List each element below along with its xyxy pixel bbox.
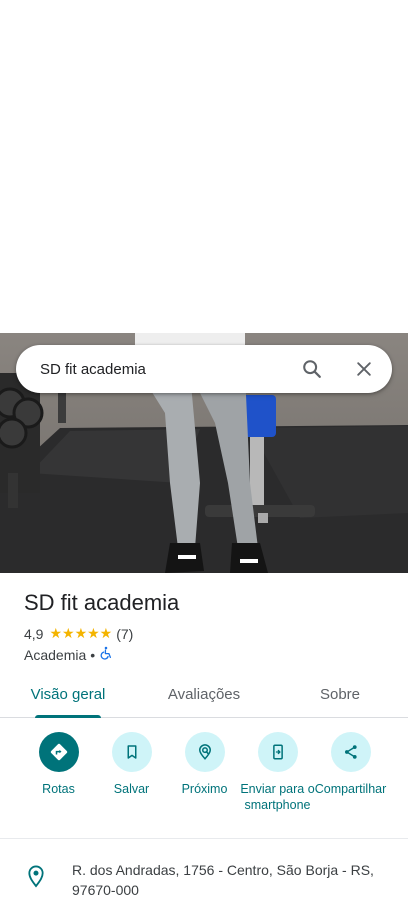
send-to-phone-button[interactable]: Enviar para o smartphone xyxy=(240,732,315,813)
search-icon[interactable] xyxy=(292,349,332,389)
tab-about[interactable]: Sobre xyxy=(272,672,408,717)
nearby-icon[interactable] xyxy=(184,732,225,772)
directions-icon[interactable] xyxy=(38,732,79,772)
directions-label: Rotas xyxy=(42,782,75,796)
rating-stars: ★★★★★ xyxy=(49,625,113,641)
bookmark-icon[interactable] xyxy=(111,732,152,772)
directions-button[interactable]: Rotas xyxy=(22,732,95,813)
wheelchair-icon xyxy=(99,646,113,663)
search-input[interactable]: SD fit academia xyxy=(40,361,292,378)
address-row[interactable]: R. dos Andradas, 1756 - Centro, São Borj… xyxy=(0,860,408,900)
share-icon[interactable] xyxy=(330,732,371,772)
share-button[interactable]: Compartilhar xyxy=(314,732,387,813)
place-category: Academia xyxy=(24,646,87,663)
send-to-phone-icon[interactable] xyxy=(257,732,298,772)
address-text: R. dos Andradas, 1756 - Centro, São Borj… xyxy=(72,862,374,898)
tab-overview[interactable]: Visão geral xyxy=(0,672,136,718)
rating-value: 4,9 xyxy=(24,625,44,642)
category-row: Academia • xyxy=(24,646,113,663)
save-button[interactable]: Salvar xyxy=(95,732,168,813)
place-title: SD fit academia xyxy=(24,590,180,615)
location-pin-icon xyxy=(0,860,72,900)
section-divider xyxy=(0,838,408,839)
nearby-button[interactable]: Próximo xyxy=(168,732,241,813)
share-label: Compartilhar xyxy=(314,782,387,796)
action-buttons: Rotas Salvar Próximo Enviar para o smart… xyxy=(0,732,408,813)
search-bar[interactable]: SD fit academia xyxy=(16,345,392,393)
close-icon[interactable] xyxy=(344,349,384,389)
tab-reviews[interactable]: Avaliações xyxy=(136,672,272,717)
save-label: Salvar xyxy=(113,782,150,796)
blank-area xyxy=(0,0,408,333)
send-to-phone-label: Enviar para o smartphone xyxy=(240,782,315,812)
separator: • xyxy=(90,646,96,663)
nearby-label: Próximo xyxy=(181,782,228,796)
review-count: (7) xyxy=(116,625,134,642)
place-tabs: Visão geral Avaliações Sobre xyxy=(0,672,408,718)
rating-row[interactable]: 4,9 ★★★★★ (7) xyxy=(24,625,133,642)
